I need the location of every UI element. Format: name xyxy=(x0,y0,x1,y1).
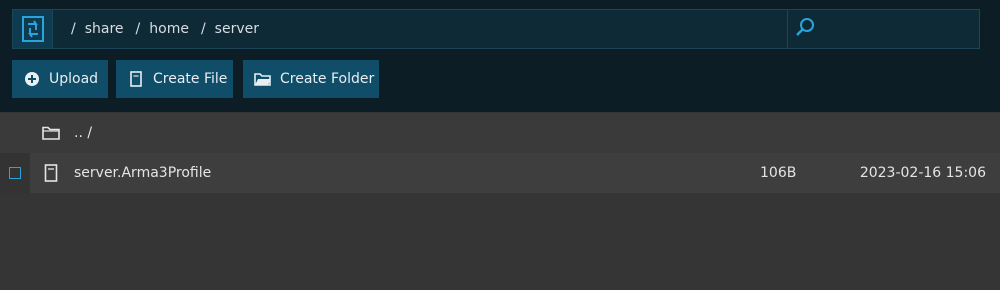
plus-circle-icon xyxy=(23,70,41,88)
folder-open-icon xyxy=(254,70,272,88)
table-row[interactable]: server.Arma3Profile 106B 2023-02-16 15:0… xyxy=(0,153,1000,193)
create-folder-button[interactable]: Create Folder xyxy=(243,60,379,98)
create-file-label: Create File xyxy=(153,71,228,87)
breadcrumb-server[interactable]: / server xyxy=(201,21,259,37)
search-icon[interactable] xyxy=(794,16,816,42)
parent-directory-label: .. / xyxy=(74,125,93,141)
file-icon xyxy=(127,70,145,88)
breadcrumb: / share / home / server xyxy=(71,10,259,48)
file-icon xyxy=(41,164,61,182)
file-size: 106B xyxy=(760,165,797,181)
refresh-logo-icon[interactable] xyxy=(13,10,53,48)
row-checkbox[interactable] xyxy=(9,167,21,179)
file-modified-date: 2023-02-16 15:06 xyxy=(859,165,986,181)
list-item-parent-directory[interactable]: .. / xyxy=(0,113,1000,153)
upload-label: Upload xyxy=(49,71,99,87)
row-select-cell[interactable] xyxy=(0,153,30,193)
create-folder-label: Create Folder xyxy=(280,71,375,87)
breadcrumb-home[interactable]: / home xyxy=(136,21,189,37)
folder-icon xyxy=(41,124,61,142)
file-name[interactable]: server.Arma3Profile xyxy=(74,153,211,193)
header-area: / share / home / server Upload Create Fi… xyxy=(0,0,1000,112)
path-bar: / share / home / server xyxy=(12,9,980,49)
breadcrumb-share[interactable]: / share xyxy=(71,21,124,37)
search-field[interactable] xyxy=(787,10,980,48)
create-file-button[interactable]: Create File xyxy=(116,60,233,98)
upload-button[interactable]: Upload xyxy=(12,60,108,98)
